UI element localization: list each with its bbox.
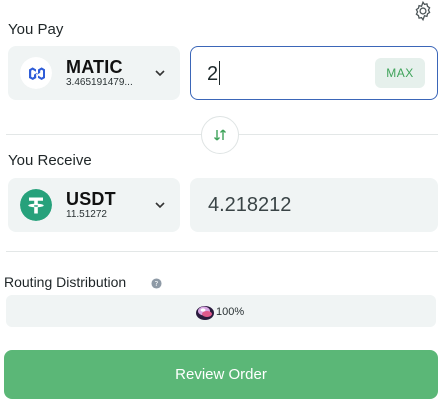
receive-token-selector[interactable]: USDT 11.51272 (8, 178, 180, 232)
info-icon[interactable]: ? (151, 278, 162, 289)
divider (6, 251, 438, 252)
pay-amount-field[interactable]: MAX (190, 46, 438, 100)
receive-token-balance: 11.51272 (66, 209, 107, 220)
routing-distribution-label: Routing Distribution (4, 274, 127, 290)
you-pay-label: You Pay (8, 21, 64, 38)
pay-amount-input[interactable] (207, 61, 367, 87)
review-order-button[interactable]: Review Order (4, 350, 438, 399)
swap-arrows-icon (214, 129, 226, 141)
pay-token-symbol: MATIC (66, 57, 123, 77)
svg-text:?: ? (155, 279, 159, 288)
pay-token-selector[interactable]: MATIC 3.465191479... (8, 46, 180, 100)
matic-logo-icon (20, 57, 52, 89)
receive-token-symbol: USDT (66, 189, 116, 209)
pay-token-balance: 3.465191479... (66, 77, 133, 88)
max-button[interactable]: MAX (375, 58, 425, 88)
you-receive-label: You Receive (8, 152, 92, 169)
text-caret (219, 61, 220, 85)
chevron-down-icon (155, 202, 165, 209)
receive-amount-value: 4.218212 (208, 194, 292, 216)
settings-gear-icon[interactable] (412, 0, 434, 22)
routing-distribution-bar: 100% (6, 295, 436, 327)
chevron-down-icon (155, 70, 165, 77)
route-percent: 100% (216, 306, 245, 318)
usdt-logo-icon (20, 189, 52, 221)
receive-amount-field: 4.218212 (190, 178, 438, 232)
swap-direction-button[interactable] (201, 116, 239, 154)
dex-protocol-icon (196, 306, 214, 320)
